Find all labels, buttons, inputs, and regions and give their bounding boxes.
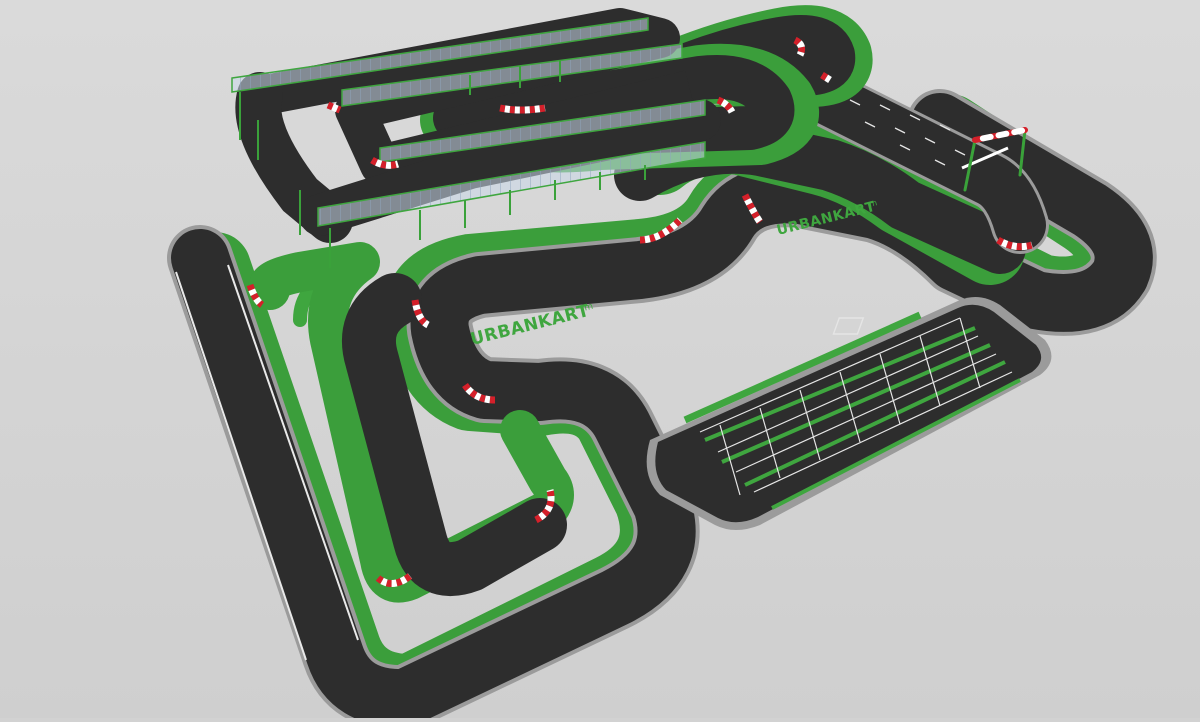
karting-track-render: URBANKART m URBANKART m [0,0,1200,722]
track-illustration: URBANKART m URBANKART m [0,0,1200,722]
